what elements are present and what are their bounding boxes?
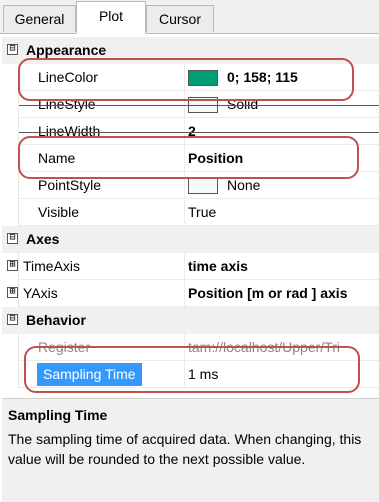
row-gutter <box>2 145 19 172</box>
tab-cursor[interactable]: Cursor <box>146 5 214 32</box>
property-name: Register <box>38 339 91 355</box>
property-row-linestyle[interactable]: LineStyle Solid <box>2 91 379 118</box>
category-label: Behavior <box>26 312 86 328</box>
category-axes[interactable]: ⊟ Axes <box>2 226 379 253</box>
row-gutter <box>2 91 19 118</box>
property-row-pointstyle[interactable]: PointStyle None <box>2 172 379 199</box>
row-gutter <box>2 118 19 145</box>
property-name: TimeAxis <box>23 258 81 274</box>
property-row-timeaxis[interactable]: ⊞ TimeAxis time axis <box>2 253 379 280</box>
tab-plot[interactable]: Plot <box>76 1 146 34</box>
row-gutter <box>2 199 19 226</box>
description-panel: Sampling Time The sampling time of acqui… <box>2 398 379 502</box>
property-row-linecolor[interactable]: LineColor 0; 158; 115 <box>2 64 379 91</box>
row-gutter <box>2 361 19 388</box>
property-name-selected: Sampling Time <box>37 363 142 386</box>
property-row-visible[interactable]: Visible True <box>2 199 379 226</box>
row-strike-line <box>19 132 379 133</box>
property-value[interactable]: Position [m or rad ] axis <box>188 280 347 307</box>
collapse-icon[interactable]: ⊟ <box>7 233 18 244</box>
property-row-yaxis[interactable]: ⊞ YAxis Position [m or rad ] axis <box>2 280 379 307</box>
category-appearance[interactable]: ⊟ Appearance <box>2 37 379 64</box>
property-value[interactable]: time axis <box>188 253 248 280</box>
property-name: YAxis <box>23 285 58 301</box>
property-value[interactable]: 1 ms <box>188 361 218 388</box>
row-gutter <box>2 172 19 199</box>
row-gutter <box>2 64 19 91</box>
property-name: Visible <box>38 204 79 220</box>
category-label: Axes <box>26 231 60 247</box>
row-strike-line <box>19 105 379 106</box>
description-title: Sampling Time <box>8 407 108 423</box>
property-row-sampling-time[interactable]: Sampling Time 1 ms <box>2 361 379 388</box>
point-style-preview-icon <box>188 178 218 194</box>
collapse-icon[interactable]: ⊟ <box>7 44 18 55</box>
property-grid: ⊟ Appearance LineColor 0; 158; 115 LineS… <box>2 37 379 390</box>
tab-strip: General Plot Cursor <box>0 0 379 34</box>
property-row-linewidth[interactable]: LineWidth 2 <box>2 118 379 145</box>
category-label: Appearance <box>26 42 107 58</box>
property-row-register[interactable]: Register tam://localhost/Upper/Tri <box>2 334 379 361</box>
property-name: PointStyle <box>38 177 102 193</box>
property-name: LineColor <box>38 69 98 85</box>
description-text: The sampling time of acquired data. When… <box>8 431 362 467</box>
expand-icon[interactable]: ⊞ <box>7 287 18 298</box>
property-row-name[interactable]: Name Position <box>2 145 379 172</box>
property-value: tam://localhost/Upper/Tri <box>188 339 340 355</box>
color-swatch <box>188 70 218 86</box>
property-value[interactable]: Position <box>188 145 243 172</box>
property-value[interactable]: None <box>227 172 260 199</box>
expand-icon[interactable]: ⊞ <box>7 260 18 271</box>
property-value[interactable]: True <box>188 199 216 226</box>
row-gutter <box>2 334 19 361</box>
collapse-icon[interactable]: ⊟ <box>7 314 18 325</box>
property-value[interactable]: 0; 158; 115 <box>227 64 298 91</box>
tab-general[interactable]: General <box>3 5 76 32</box>
property-name: Name <box>38 150 76 166</box>
category-behavior[interactable]: ⊟ Behavior <box>2 307 379 334</box>
